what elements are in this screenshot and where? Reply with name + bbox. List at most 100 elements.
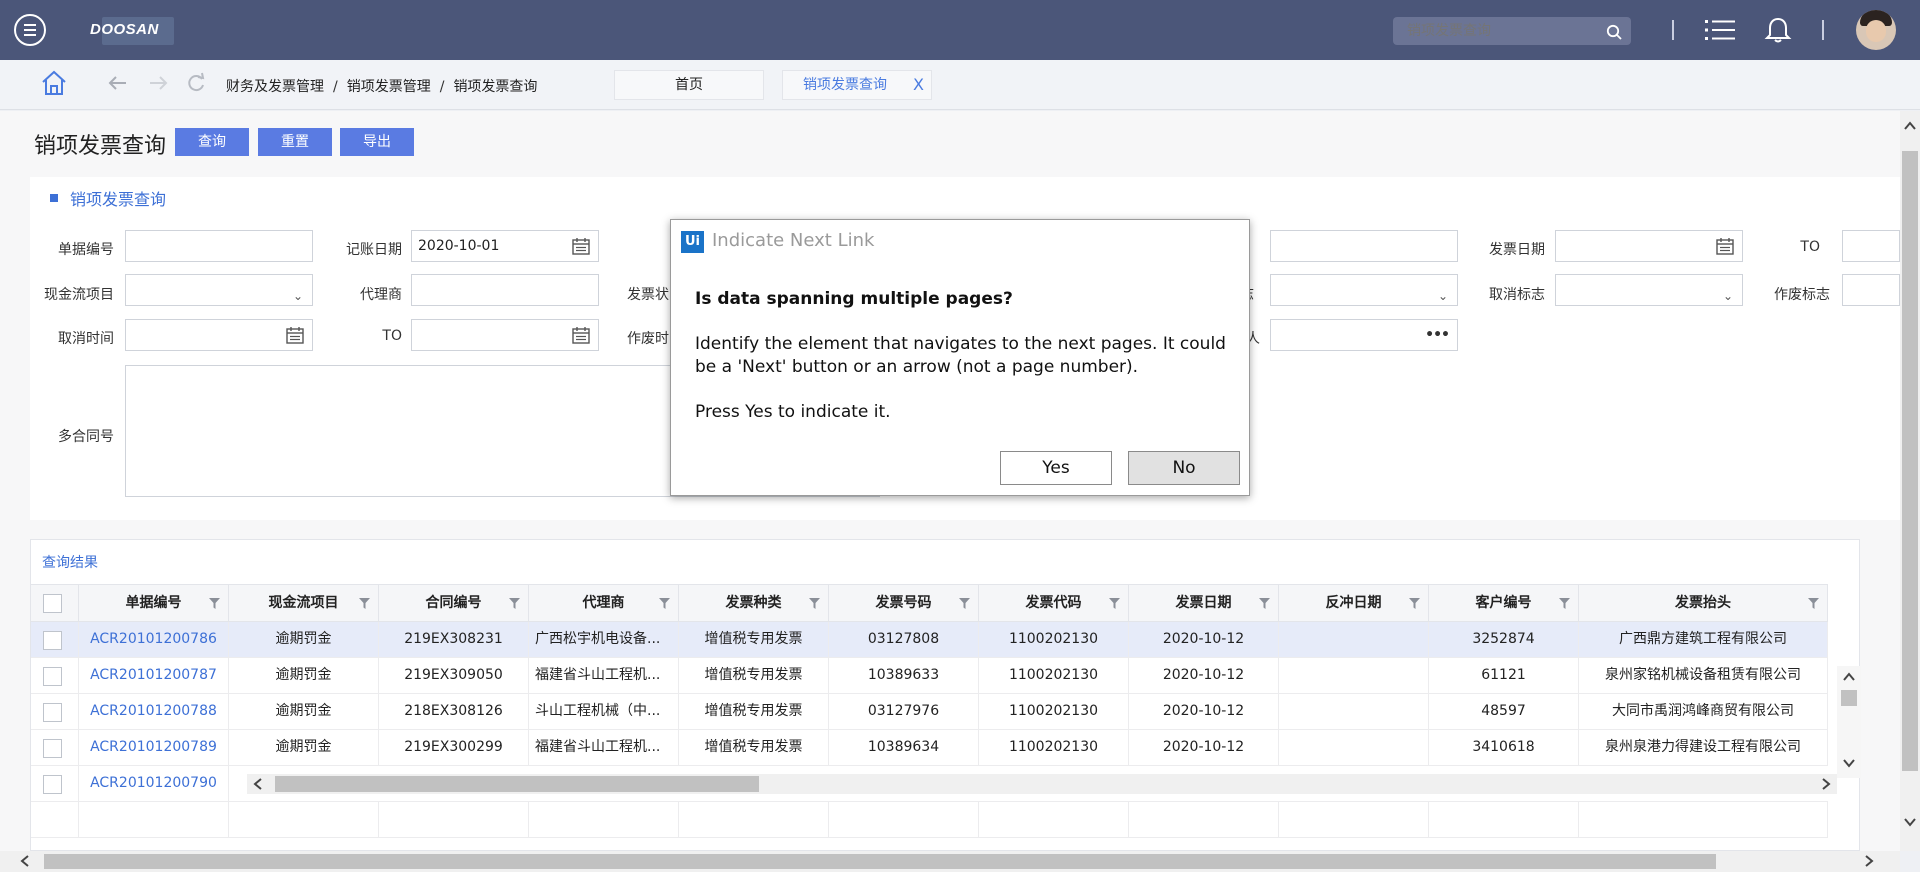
filter-icon[interactable]: [1259, 598, 1270, 609]
column-header[interactable]: 客户编号: [1429, 585, 1579, 623]
column-header-label: 单据编号: [125, 595, 182, 611]
flag-select[interactable]: ⌄: [1270, 274, 1458, 306]
agent-field[interactable]: [411, 274, 599, 306]
query-button[interactable]: 查询: [175, 128, 249, 156]
scroll-left-icon[interactable]: [20, 855, 30, 867]
back-arrow-icon[interactable]: [106, 71, 130, 95]
table-vertical-scrollbar[interactable]: [1837, 666, 1861, 778]
cancel-flag-select[interactable]: ⌄: [1555, 274, 1743, 306]
row-checkbox[interactable]: [43, 775, 62, 794]
calendar-icon[interactable]: [1716, 238, 1734, 255]
doc-no-link[interactable]: ACR20101200790: [79, 766, 229, 802]
to-field[interactable]: [1842, 230, 1900, 262]
top-search-box[interactable]: [1393, 17, 1631, 45]
breadcrumb-item[interactable]: 销项发票查询: [453, 79, 537, 95]
list-icon[interactable]: [1705, 19, 1735, 41]
void-flag-select[interactable]: [1842, 274, 1900, 306]
invoice-date-field[interactable]: [1555, 230, 1743, 262]
page-title: 销项发票查询: [34, 134, 167, 159]
column-header[interactable]: 发票日期: [1129, 585, 1279, 623]
doc-no-link[interactable]: ACR20101200787: [79, 658, 229, 694]
breadcrumb-item[interactable]: 财务及发票管理: [226, 79, 324, 95]
filter-icon[interactable]: [659, 598, 670, 609]
breadcrumb-item[interactable]: 销项发票管理: [347, 79, 431, 95]
column-header[interactable]: 反冲日期: [1279, 585, 1429, 623]
forward-arrow-icon[interactable]: [146, 71, 170, 95]
search-icon[interactable]: [1606, 24, 1622, 40]
refresh-icon[interactable]: [184, 71, 208, 95]
tab-home[interactable]: 首页: [614, 70, 764, 100]
scroll-right-icon[interactable]: [1821, 778, 1831, 790]
filter-icon[interactable]: [209, 598, 220, 609]
scroll-up-icon[interactable]: [1843, 672, 1855, 682]
doc-no-field[interactable]: [125, 230, 313, 262]
column-header[interactable]: 发票代码: [979, 585, 1129, 623]
yes-button[interactable]: Yes: [1000, 451, 1112, 485]
column-header[interactable]: 发票号码: [829, 585, 979, 623]
panel-title: 销项发票查询: [50, 186, 166, 210]
post-date-field[interactable]: 2020-10-01: [411, 230, 599, 262]
scroll-down-icon[interactable]: [1843, 758, 1855, 768]
column-header[interactable]: 发票种类: [679, 585, 829, 623]
nav-bar: 财务及发票管理 / 销项发票管理 / 销项发票查询 首页 销项发票查询 X: [0, 60, 1920, 110]
row-checkbox[interactable]: [43, 739, 62, 758]
avatar[interactable]: [1856, 10, 1896, 50]
cashflow-select[interactable]: ⌄: [125, 274, 313, 306]
doc-no-link[interactable]: ACR20101200788: [79, 694, 229, 730]
calendar-icon[interactable]: [572, 327, 590, 344]
scroll-left-icon[interactable]: [253, 778, 263, 790]
no-button[interactable]: No: [1128, 451, 1240, 485]
calendar-icon[interactable]: [286, 327, 304, 344]
row-checkbox[interactable]: [43, 667, 62, 686]
table-row[interactable]: ACR20101200786 逾期罚金 219EX308231 广西松宇机电设备…: [31, 622, 1828, 658]
filter-icon[interactable]: [1409, 598, 1420, 609]
calendar-icon[interactable]: [572, 238, 590, 255]
more-dots-icon[interactable]: •••: [1425, 320, 1450, 350]
filter-icon[interactable]: [1808, 598, 1819, 609]
row-checkbox[interactable]: [43, 631, 62, 650]
filter-icon[interactable]: [1559, 598, 1570, 609]
table-row[interactable]: ACR20101200788 逾期罚金 218EX308126 斗山工程机械（中…: [31, 694, 1828, 730]
to-time-field[interactable]: [411, 319, 599, 351]
menu-icon[interactable]: [14, 14, 46, 46]
filter-icon[interactable]: [359, 598, 370, 609]
scroll-thumb[interactable]: [1841, 690, 1857, 706]
reset-button[interactable]: 重置: [258, 128, 332, 156]
table-cell: [229, 802, 379, 838]
doc-no-link[interactable]: ACR20101200786: [79, 622, 229, 658]
scroll-thumb[interactable]: [44, 854, 1716, 869]
export-button[interactable]: 导出: [340, 128, 414, 156]
filter-icon[interactable]: [509, 598, 520, 609]
bell-icon[interactable]: [1764, 16, 1792, 44]
tab-invoice-query[interactable]: 销项发票查询 X: [782, 70, 932, 100]
top-search-input[interactable]: [1393, 17, 1593, 45]
filter-icon[interactable]: [1109, 598, 1120, 609]
select-all-checkbox[interactable]: [43, 594, 62, 613]
table-horizontal-scrollbar[interactable]: [247, 774, 1837, 794]
column-header[interactable]: 单据编号: [79, 585, 229, 623]
column-header[interactable]: 发票抬头: [1579, 585, 1828, 623]
row-checkbox[interactable]: [43, 703, 62, 722]
column-header[interactable]: 合同编号: [379, 585, 529, 623]
person-picker[interactable]: •••: [1270, 319, 1458, 351]
filter-icon[interactable]: [959, 598, 970, 609]
filter-icon[interactable]: [809, 598, 820, 609]
scroll-right-icon[interactable]: [1864, 855, 1874, 867]
tab-close-icon[interactable]: X: [913, 71, 924, 99]
doc-no-link[interactable]: ACR20101200789: [79, 730, 229, 766]
column-header[interactable]: 现金流项目: [229, 585, 379, 623]
home-icon[interactable]: [40, 69, 68, 97]
scroll-thumb[interactable]: [275, 776, 759, 792]
table-row[interactable]: ACR20101200789 逾期罚金 219EX300299 福建省斗山工程机…: [31, 730, 1828, 766]
table-row[interactable]: ACR20101200787 逾期罚金 219EX309050 福建省斗山工程机…: [31, 658, 1828, 694]
table-cell: [1279, 730, 1429, 766]
page-horizontal-scrollbar[interactable]: [0, 851, 1900, 872]
column-header-label: 客户编号: [1475, 595, 1532, 611]
column-header[interactable]: 代理商: [529, 585, 679, 623]
scroll-down-icon[interactable]: [1904, 817, 1916, 827]
to-date-field[interactable]: [1270, 230, 1458, 262]
scroll-thumb[interactable]: [1902, 151, 1918, 771]
page-vertical-scrollbar[interactable]: [1900, 111, 1920, 851]
cancel-time-field[interactable]: [125, 319, 313, 351]
scroll-up-icon[interactable]: [1904, 121, 1916, 131]
